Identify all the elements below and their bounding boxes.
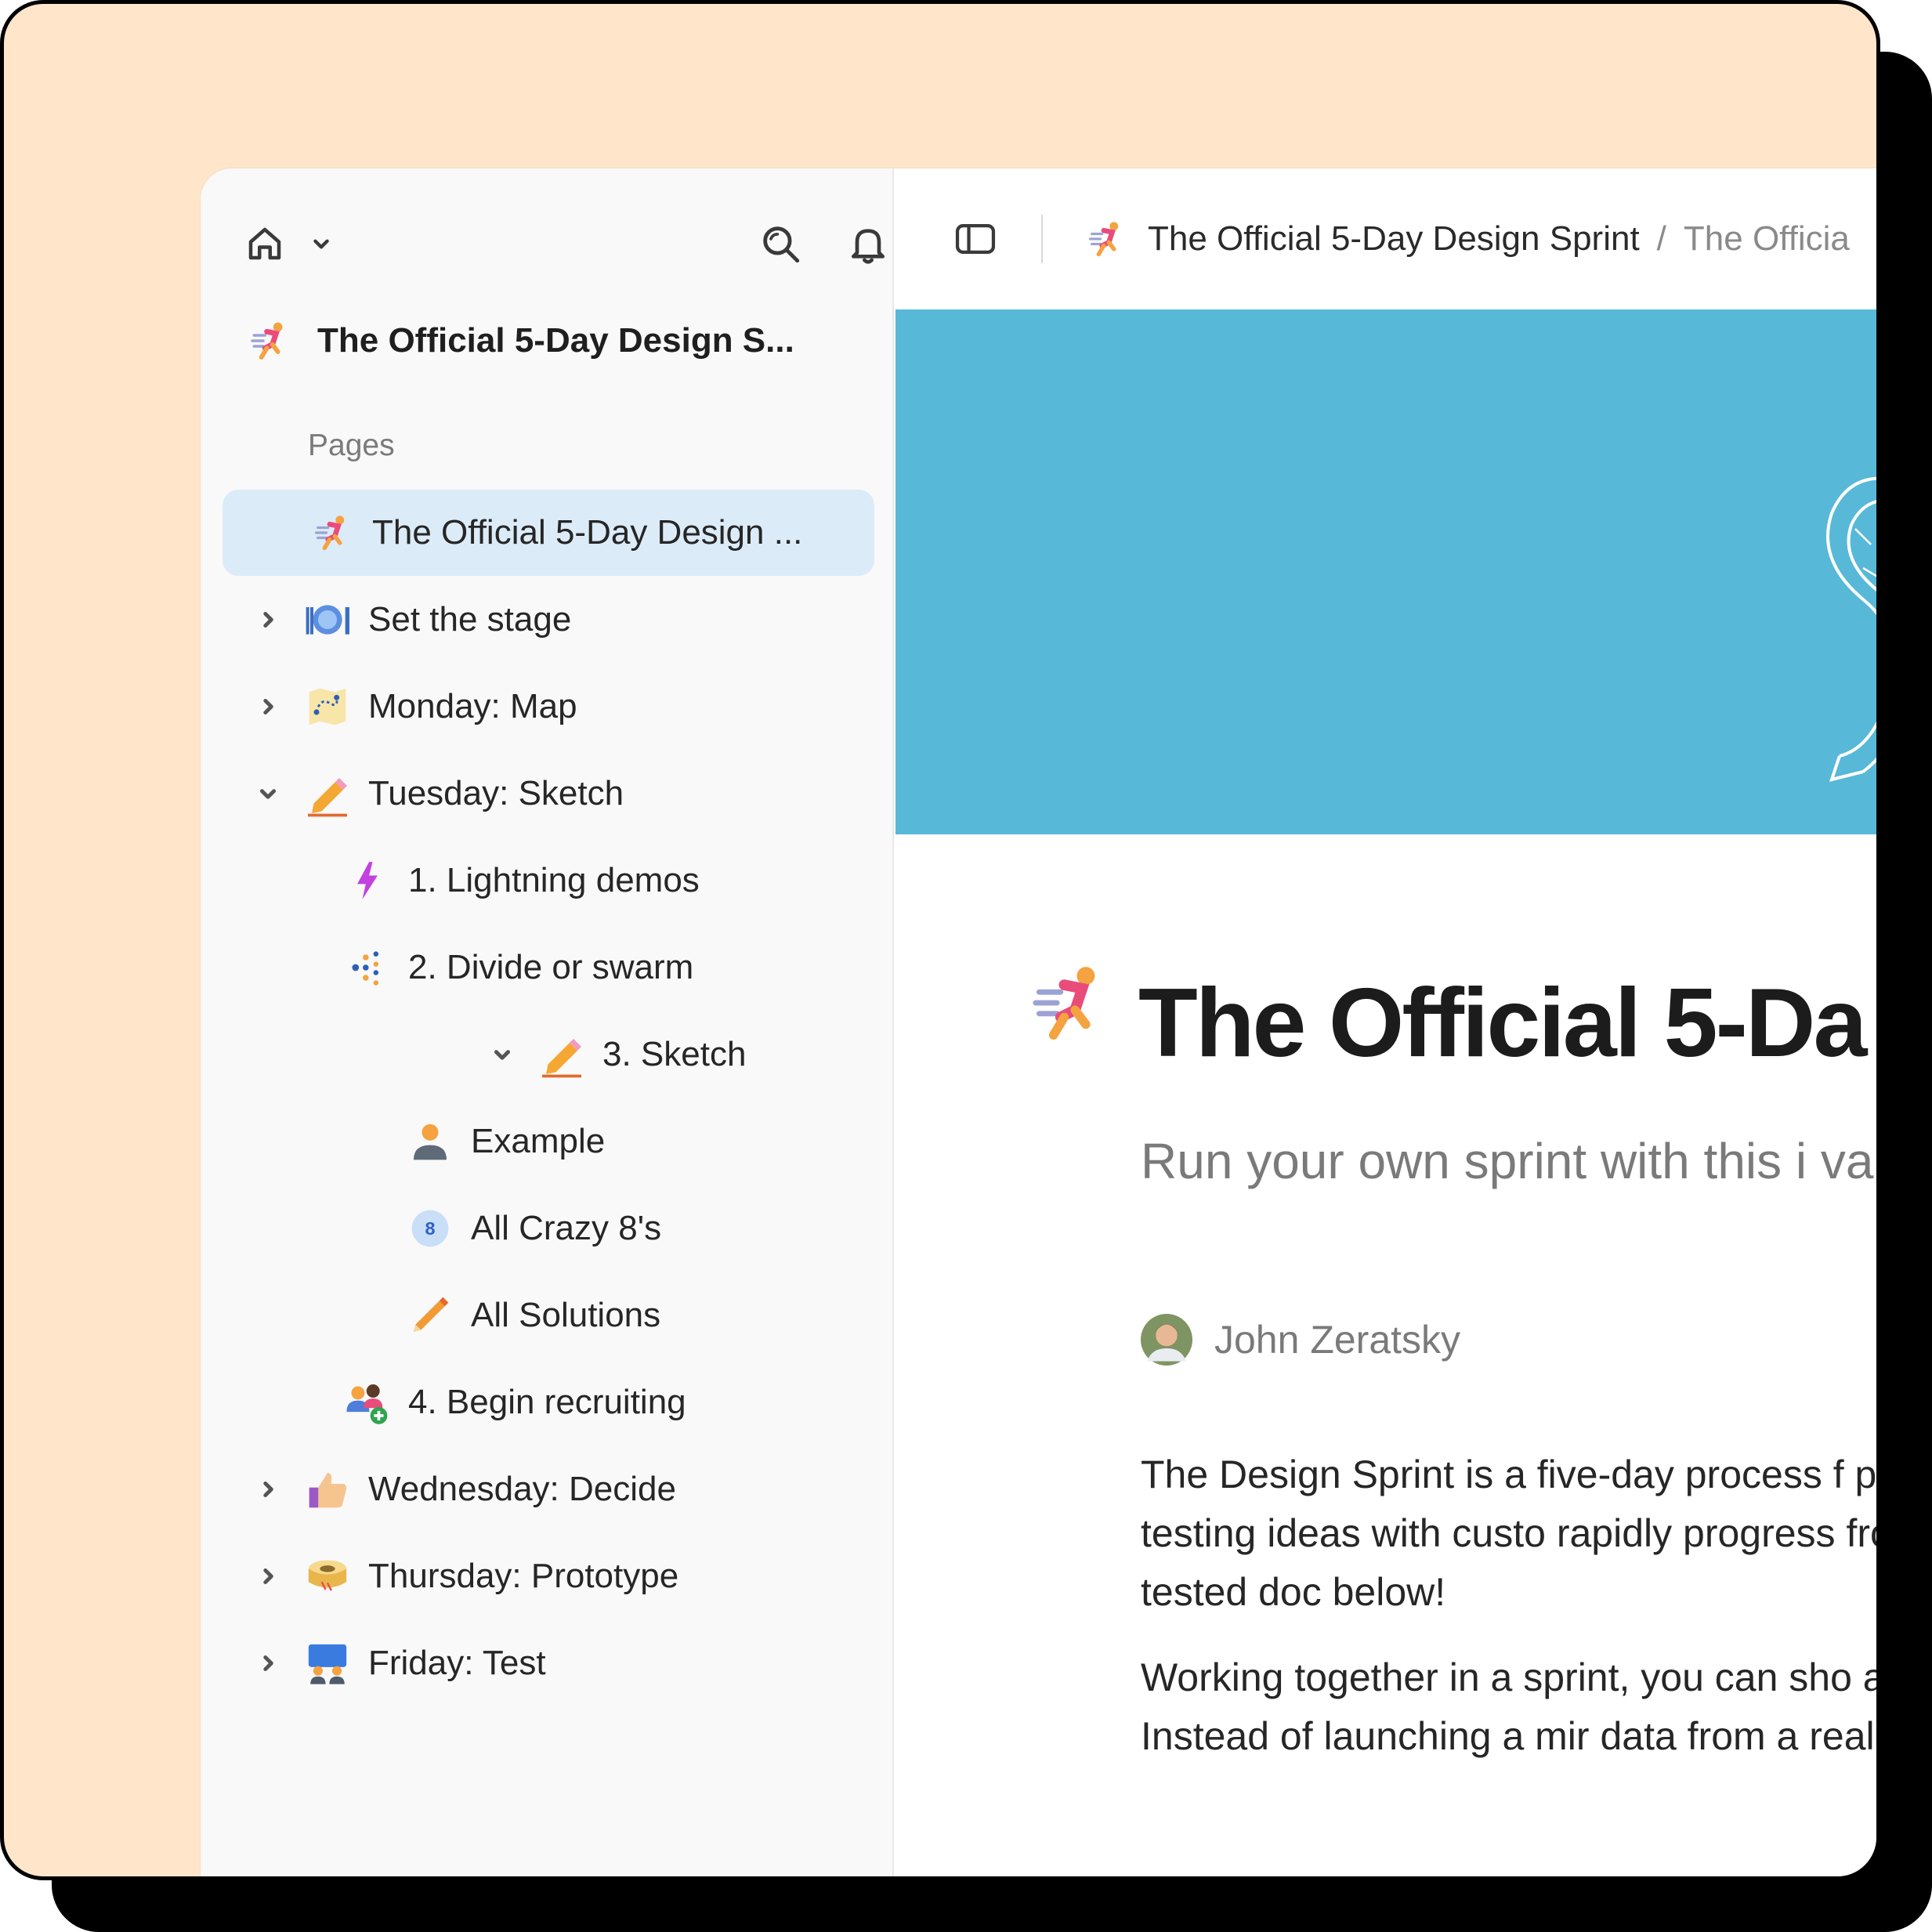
person-icon xyxy=(405,1116,455,1167)
workspace-dropdown[interactable] xyxy=(304,226,338,261)
bell-icon xyxy=(852,229,885,264)
tape-icon xyxy=(302,1551,353,1601)
tree-item-monday-map[interactable]: Monday: Map xyxy=(252,664,577,750)
lightning-icon xyxy=(342,856,393,906)
window-frame: The Official 5-Day Design S... Pages The… xyxy=(0,0,1880,1880)
page-subtitle[interactable]: Run your own sprint with this i validati… xyxy=(1141,1124,1876,1198)
page-body[interactable]: The Design Sprint is a five-day process … xyxy=(1141,1445,1877,1793)
runner-icon xyxy=(1033,967,1095,1040)
top-bar: The Official 5-Day Design Sprint / The O… xyxy=(895,168,1876,309)
author-name: John Zeratsky xyxy=(1214,1318,1461,1362)
tree-item-label: All Solutions xyxy=(471,1296,661,1334)
cover-image[interactable] xyxy=(895,309,1876,834)
people-icon xyxy=(302,1638,353,1688)
tree-item-example[interactable]: Example xyxy=(405,1098,605,1185)
tree-item-set-the-stage[interactable]: Set the stage xyxy=(252,577,571,663)
main-content: The Official 5-Day Design Sprint / The O… xyxy=(895,168,1877,1876)
tree-item-begin-recruiting[interactable]: 4. Begin recruiting xyxy=(342,1359,686,1445)
tree-item-label: Monday: Map xyxy=(368,687,577,725)
app-window: The Official 5-Day Design S... Pages The… xyxy=(201,168,1877,1876)
notifications-button[interactable] xyxy=(843,219,893,269)
sidebar: The Official 5-Day Design S... Pages The… xyxy=(201,168,894,1876)
topbar-divider xyxy=(1041,215,1043,263)
tree-item-divide-or-swarm[interactable]: 2. Divide or swarm xyxy=(342,924,693,1011)
chevron-right-icon[interactable] xyxy=(252,1479,284,1500)
number-8-icon: 8 xyxy=(405,1203,455,1254)
breadcrumb-separator: / xyxy=(1656,219,1666,258)
search-icon xyxy=(763,226,800,263)
page-title[interactable]: The Official 5-Da xyxy=(1138,968,1867,1079)
avatar xyxy=(1141,1314,1192,1366)
sidebar-toolbar xyxy=(240,219,885,269)
sidebar-toggle-icon xyxy=(955,223,996,255)
chevron-right-icon[interactable] xyxy=(252,610,284,630)
tree-item-label: The Official 5-Day Design ... xyxy=(372,513,803,552)
pages-section-label: Pages xyxy=(308,429,395,462)
thumbs-up-icon xyxy=(302,1464,353,1514)
tree-item-label: Wednesday: Decide xyxy=(368,1470,676,1508)
chevron-right-icon[interactable] xyxy=(252,1653,284,1673)
tree-item-all-crazy-8s[interactable]: 8 All Crazy 8's xyxy=(405,1185,661,1272)
tree-item-lightning-demos[interactable]: 1. Lightning demos xyxy=(342,838,700,924)
plate-icon xyxy=(302,595,353,645)
chevron-right-icon[interactable] xyxy=(252,696,284,717)
breadcrumb: The Official 5-Day Design Sprint / The O… xyxy=(1080,214,1850,264)
author[interactable]: John Zeratsky xyxy=(1141,1312,1460,1367)
tree-item-friday-test[interactable]: Friday: Test xyxy=(252,1620,546,1706)
add-people-icon xyxy=(342,1377,393,1427)
tree-item-thursday-prototype[interactable]: Thursday: Prototype xyxy=(252,1533,678,1619)
swarm-icon xyxy=(342,942,393,993)
pencil-icon xyxy=(537,1029,587,1080)
runner-icon xyxy=(306,508,356,558)
runner-icon xyxy=(1080,214,1131,264)
tree-item-wednesday-decide[interactable]: Wednesday: Decide xyxy=(252,1446,676,1532)
workspace-title-label: The Official 5-Day Design S... xyxy=(317,321,794,360)
tree-item-3-sketch[interactable]: 3. Sketch xyxy=(494,1011,747,1098)
paragraph: The Design Sprint is a five-day process … xyxy=(1141,1453,1877,1614)
workspace-title[interactable]: The Official 5-Day Design S... xyxy=(244,317,794,364)
search-button[interactable] xyxy=(755,219,805,269)
home-icon xyxy=(248,227,281,260)
tree-item-label: Friday: Test xyxy=(368,1644,546,1682)
page-icon[interactable] xyxy=(1025,960,1111,1046)
tree-item-label: Set the stage xyxy=(368,600,572,639)
runner-icon xyxy=(244,316,294,366)
tree-item-label: Example xyxy=(471,1122,606,1160)
map-icon xyxy=(302,682,353,732)
tree-item-label: 1. Lightning demos xyxy=(408,861,700,899)
chevron-down-icon[interactable] xyxy=(252,783,284,804)
tree-item-label: All Crazy 8's xyxy=(471,1209,662,1247)
tree-item-official-sprint[interactable]: The Official 5-Day Design ... xyxy=(223,490,874,576)
chevron-right-icon[interactable] xyxy=(252,1566,284,1586)
chevron-down-icon xyxy=(313,239,329,249)
tree-item-tuesday-sketch[interactable]: Tuesday: Sketch xyxy=(252,751,624,837)
breadcrumb-item-parent[interactable]: The Official 5-Day Design Sprint xyxy=(1148,219,1640,259)
breadcrumb-item-current[interactable]: The Officia xyxy=(1684,219,1850,259)
tree-item-label: Tuesday: Sketch xyxy=(368,774,624,812)
tree-item-label: 3. Sketch xyxy=(602,1035,747,1073)
toggle-sidebar-button[interactable] xyxy=(950,214,1000,264)
tree-item-all-solutions[interactable]: All Solutions xyxy=(405,1272,660,1359)
tree-item-label: Thursday: Prototype xyxy=(368,1557,679,1595)
pencil-icon xyxy=(302,769,353,819)
svg-text:8: 8 xyxy=(425,1218,436,1239)
tree-item-label: 4. Begin recruiting xyxy=(408,1383,686,1421)
tree-item-label: 2. Divide or swarm xyxy=(408,948,694,986)
chevron-down-icon[interactable] xyxy=(487,1044,518,1065)
paragraph: Working together in a sprint, you can sh… xyxy=(1141,1655,1876,1758)
sketch-letter-illustration xyxy=(1826,476,1876,782)
home-button[interactable] xyxy=(240,219,290,269)
pencil-icon xyxy=(405,1290,455,1340)
